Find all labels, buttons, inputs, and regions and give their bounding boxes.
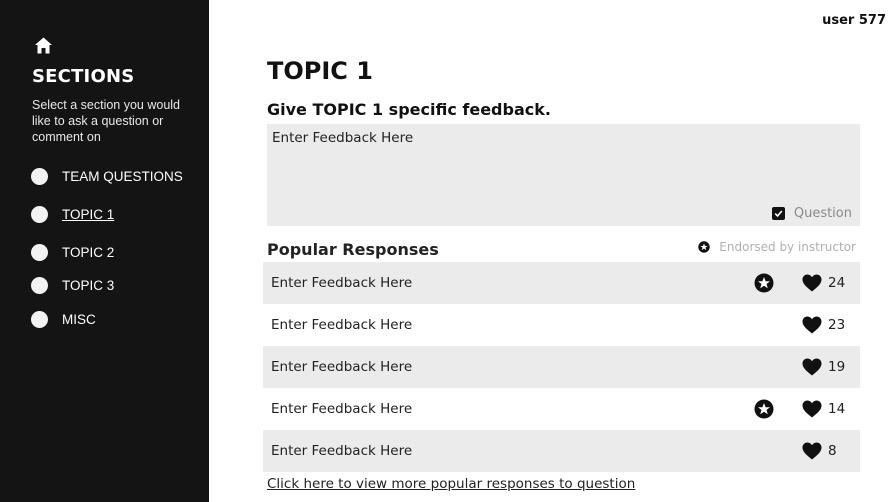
response-text: Enter Feedback Here <box>271 401 413 417</box>
radio-dot-icon <box>31 276 48 294</box>
like-button[interactable]: 8 <box>802 442 837 460</box>
radio-dot-icon <box>31 310 48 328</box>
response-text: Enter Feedback Here <box>271 443 413 459</box>
checkbox-checked-icon <box>771 207 785 220</box>
sidebar-item-label: MISC <box>62 311 96 327</box>
star-badge-icon <box>698 241 710 253</box>
heart-icon <box>802 274 822 292</box>
endorsed-star-icon <box>754 273 774 293</box>
feedback-input[interactable] <box>267 124 860 202</box>
like-count: 23 <box>828 317 846 333</box>
like-button[interactable]: 14 <box>802 400 845 418</box>
sidebar-item-label: TOPIC 1 <box>62 206 115 222</box>
radio-dot-icon <box>31 243 48 261</box>
response-row: Enter Feedback Here 24 <box>263 262 860 304</box>
sections-description: Select a section you would like to ask a… <box>32 98 181 144</box>
endorsed-star-icon <box>754 399 774 419</box>
question-checkbox[interactable]: Question <box>771 206 852 221</box>
sidebar: SECTIONS Select a section you would like… <box>0 0 209 502</box>
response-text: Enter Feedback Here <box>271 275 413 291</box>
user-label[interactable]: user 577 <box>822 13 886 28</box>
radio-dot-icon <box>31 205 48 223</box>
like-count: 24 <box>828 275 846 291</box>
heart-icon <box>802 358 822 376</box>
like-count: 14 <box>828 401 846 417</box>
response-text: Enter Feedback Here <box>271 359 413 375</box>
response-row: Enter Feedback Here 19 <box>263 346 860 388</box>
home-icon[interactable] <box>34 36 53 55</box>
endorsed-legend: Endorsed by instructor <box>698 240 856 254</box>
popular-responses-heading: Popular Responses <box>267 240 439 259</box>
view-more-responses-link[interactable]: Click here to view more popular response… <box>267 476 635 492</box>
sidebar-item-topic-2[interactable]: TOPIC 2 <box>31 241 114 263</box>
like-count: 19 <box>828 359 846 375</box>
radio-dot-icon <box>31 167 48 185</box>
sidebar-item-label: TEAM QUESTIONS <box>62 168 183 184</box>
question-label: Question <box>793 206 852 221</box>
sidebar-item-misc[interactable]: MISC <box>31 308 96 330</box>
response-row: Enter Feedback Here 14 <box>263 388 860 430</box>
page-title: TOPIC 1 <box>267 57 373 85</box>
like-button[interactable]: 24 <box>802 274 845 292</box>
feedback-box: Question <box>267 124 860 226</box>
feedback-heading: Give TOPIC 1 specific feedback. <box>267 100 551 119</box>
heart-icon <box>802 316 822 334</box>
response-text: Enter Feedback Here <box>271 317 413 333</box>
endorsed-legend-label: Endorsed by instructor <box>719 240 856 254</box>
sidebar-item-topic-3[interactable]: TOPIC 3 <box>31 274 114 296</box>
response-row: Enter Feedback Here 23 <box>263 304 860 346</box>
like-button[interactable]: 19 <box>802 358 845 376</box>
popular-responses-list: Enter Feedback Here 24 Enter Feedback He… <box>263 262 860 472</box>
like-button[interactable]: 23 <box>802 316 845 334</box>
heart-icon <box>802 442 822 460</box>
sidebar-item-label: TOPIC 2 <box>62 244 115 260</box>
sidebar-item-team-questions[interactable]: TEAM QUESTIONS <box>31 165 183 187</box>
sidebar-item-topic-1[interactable]: TOPIC 1 <box>31 203 114 225</box>
heart-icon <box>802 400 822 418</box>
sections-title: SECTIONS <box>32 66 135 87</box>
sidebar-item-label: TOPIC 3 <box>62 277 115 293</box>
response-row: Enter Feedback Here 8 <box>263 430 860 472</box>
like-count: 8 <box>828 443 837 459</box>
